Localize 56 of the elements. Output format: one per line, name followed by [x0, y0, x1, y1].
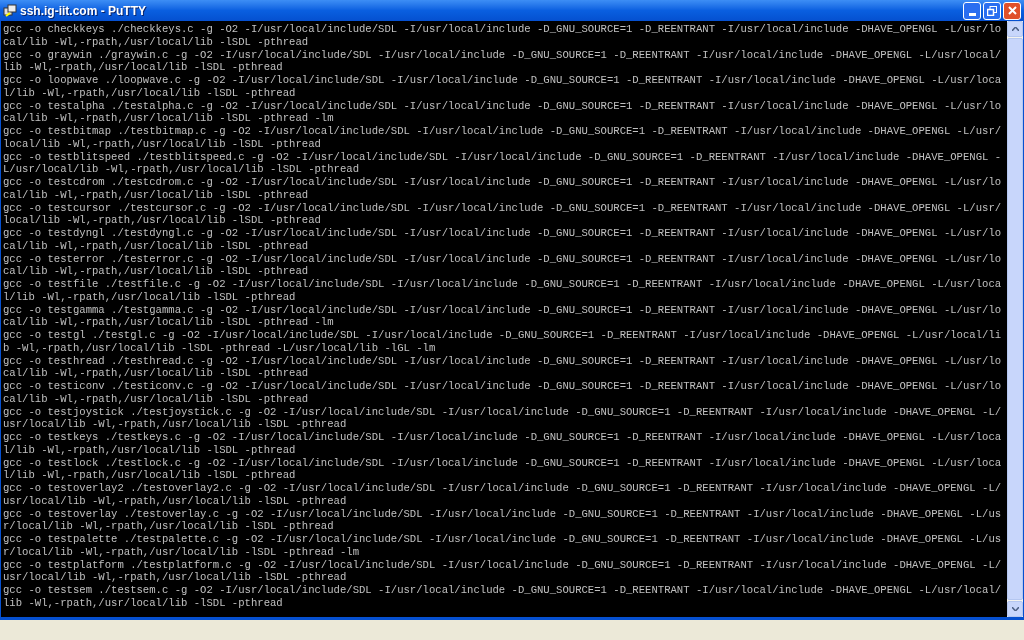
terminal-line: gcc -o checkkeys ./checkkeys.c -g -O2 -I/usr/local/include/SDL -I/usr/local/include -D_GNU_SOURCE=1 -D_REENTRANT -I/usr/local/include -DHAVE_OPENGL -L/usr/lo: [3, 23, 1003, 36]
terminal-line: cal/lib -Wl,-rpath,/usr/local/lib -lSDL -pthread: [3, 392, 310, 406]
terminal-line: gcc -o testgl ./testgl.c -g -O2 -I/usr/local/include/SDL -I/usr/local/include -D_GNU_SOURCE=1 -D_REENTRANT -I/usr/local/include -DHAVE_OPENGL -L/usr/local/li: [3, 329, 1003, 342]
scroll-up-button[interactable]: [1007, 21, 1023, 37]
window-title: ssh.ig-iit.com - PuTTY: [20, 2, 146, 20]
terminal-icon: [3, 3, 17, 18]
terminal-line: cal/lib -Wl,-rpath,/usr/local/lib -lSDL -pthread: [3, 188, 310, 202]
terminal-line: l/lib -Wl,-rpath,/usr/local/lib -lSDL -pthread: [3, 443, 297, 457]
terminal-line: gcc -o testgamma ./testgamma.c -g -O2 -I/usr/local/include/SDL -I/usr/local/include -D_GNU_SOURCE=1 -D_REENTRANT -I/usr/local/include -DHAVE_OPENGL -L/usr/lo: [3, 303, 1003, 317]
terminal-line: local/lib -Wl,-rpath,/usr/local/lib -lSDL -pthread: [3, 214, 322, 227]
terminal-line: gcc -o testcdrom ./testcdrom.c -g -O2 -I/usr/local/include/SDL -I/usr/local/include -D_GNU_SOURCE=1 -D_REENTRANT -I/usr/local/include -DHAVE_OPENGL -L/usr/lo: [3, 176, 1003, 189]
terminal-line: gcc -o testerror ./testerror.c -g -O2 -I/usr/local/include/SDL -I/usr/local/include -D_GNU_SOURCE=1 -D_REENTRANT -I/usr/local/include -DHAVE_OPENGL -L/usr/lo: [3, 252, 1003, 266]
terminal-line: gcc -o testkeys ./testkeys.c -g -O2 -I/usr/local/include/SDL -I/usr/local/include -D_GNU_SOURCE=1 -D_REENTRANT -I/usr/local/include -DHAVE_OPENGL -L/usr/loca: [3, 431, 1003, 444]
terminal-line: cal/lib -Wl,-rpath,/usr/local/lib -lSDL -pthread: [3, 265, 310, 278]
terminal-line: gcc -o testoverlay ./testoverlay.c -g -O2 -I/usr/local/include/SDL -I/usr/local/include -D_GNU_SOURCE=1 -D_REENTRANT -I/usr/local/include -DHAVE_OPENGL -L/us: [3, 507, 1003, 521]
terminal-line: usr/local/lib -Wl,-rpath,/usr/local/lib -lSDL -pthread: [3, 418, 348, 431]
terminal-line: gcc -o testlock ./testlock.c -g -O2 -I/usr/local/include/SDL -I/usr/local/include -D_GNU_SOURCE=1 -D_REENTRANT -I/usr/local/include -DHAVE_OPENGL -L/usr/loca: [3, 456, 1003, 470]
terminal-line: L/usr/local/lib -Wl,-rpath,/usr/local/lib -lSDL -pthread: [3, 163, 360, 176]
terminal-line: gcc -o testhread ./testhread.c -g -O2 -I/usr/local/include/SDL -I/usr/local/include -D_GNU_SOURCE=1 -D_REENTRANT -I/usr/local/include -DHAVE_OPENGL -L/usr/lo: [3, 354, 1003, 368]
scroll-down-button[interactable]: [1007, 601, 1023, 617]
terminal-line: gcc -o graywin ./graywin.c -g -O2 -I/usr/local/include/SDL -I/usr/local/include -D_GNU_SOURCE=1 -D_REENTRANT -I/usr/local/include -DHAVE_OPENGL -L/usr/local/: [3, 48, 1003, 62]
terminal-line: cal/lib -Wl,-rpath,/usr/local/lib -lSDL -pthread: [3, 239, 310, 253]
terminal-line: l/lib -Wl,-rpath,/usr/local/lib -lSDL -pthread: [3, 469, 297, 482]
close-button[interactable]: [1003, 1, 1021, 20]
terminal-line: gcc -o testsem ./testsem.c -g -O2 -I/usr/local/include/SDL -I/usr/local/include -D_GNU_SOURCE=1 -D_REENTRANT -I/usr/local/include -DHAVE_OPENGL -L/usr/local/: [3, 584, 1003, 597]
terminal-line: gcc -o testpalette ./testpalette.c -g -O2 -I/usr/local/include/SDL -I/usr/local/include -D_GNU_SOURCE=1 -D_REENTRANT -I/usr/local/include -DHAVE_OPENGL -L/us: [3, 533, 1003, 546]
terminal-line: cal/lib -Wl,-rpath,/usr/local/lib -lSDL -pthread: [3, 367, 310, 380]
terminal-line: gcc -o testbitmap ./testbitmap.c -g -O2 -I/usr/local/include/SDL -I/usr/local/include -D_GNU_SOURCE=1 -D_REENTRANT -I/usr/local/include -DHAVE_OPENGL -L/usr/: [3, 125, 1003, 138]
terminal-line: gcc -o testoverlay2 ./testoverlay2.c -g -O2 -I/usr/local/include/SDL -I/usr/local/include -D_GNU_SOURCE=1 -D_REENTRANT -I/usr/local/include -DHAVE_OPENGL -L/: [3, 482, 1003, 495]
terminal-line: gcc -o testdyngl ./testdyngl.c -g -O2 -I/usr/local/include/SDL -I/usr/local/include -D_GNU_SOURCE=1 -D_REENTRANT -I/usr/local/include -DHAVE_OPENGL -L/usr/lo: [3, 227, 1003, 240]
close-icon: [1007, 6, 1017, 15]
restore-icon: [987, 5, 997, 16]
terminal-line: gcc -o loopwave ./loopwave.c -g -O2 -I/usr/local/include/SDL -I/usr/local/include -D_GNU_SOURCE=1 -D_REENTRANT -I/usr/local/include -DHAVE_OPENGL -L/usr/loca: [3, 74, 1003, 87]
terminal-line: gcc -o testfile ./testfile.c -g -O2 -I/usr/local/include/SDL -I/usr/local/include -D_GNU_SOURCE=1 -D_REENTRANT -I/usr/local/include -DHAVE_OPENGL -L/usr/loca: [3, 278, 1003, 291]
terminal-line: gcc -o testalpha ./testalpha.c -g -O2 -I/usr/local/include/SDL -I/usr/local/include -D_GNU_SOURCE=1 -D_REENTRANT -I/usr/local/include -DHAVE_OPENGL -L/usr/lo: [3, 99, 1003, 113]
terminal-line: usr/local/lib -Wl,-rpath,/usr/local/lib -lSDL -pthread: [3, 494, 348, 508]
terminal-line: usr/local/lib -Wl,-rpath,/usr/local/lib -lSDL -pthread: [3, 571, 348, 584]
terminal-line: l/lib -Wl,-rpath,/usr/local/lib -lSDL -pthread: [3, 86, 297, 100]
terminal-line: gcc -o testblitspeed ./testblitspeed.c -g -O2 -I/usr/local/include/SDL -I/usr/local/include -D_GNU_SOURCE=1 -D_REENTRANT -I/usr/local/include -DHAVE_OPENGL -: [3, 150, 1003, 164]
terminal-line: local/lib -Wl,-rpath,/usr/local/lib -lSDL -pthread: [3, 137, 322, 151]
restore-button[interactable]: [983, 1, 1001, 20]
terminal-line: cal/lib -Wl,-rpath,/usr/local/lib -lSDL -pthread -lm: [3, 112, 335, 125]
terminal-line: r/local/lib -Wl,-rpath,/usr/local/lib -lSDL -pthread -lm: [3, 545, 360, 559]
minimize-icon: [968, 12, 976, 16]
terminal-line: l/lib -Wl,-rpath,/usr/local/lib -lSDL -pthread: [3, 290, 297, 304]
terminal-line: gcc -o testiconv ./testiconv.c -g -O2 -I/usr/local/include/SDL -I/usr/local/include -D_GNU_SOURCE=1 -D_REENTRANT -I/usr/local/include -DHAVE_OPENGL -L/usr/lo: [3, 380, 1003, 393]
minimize-button[interactable]: [963, 1, 981, 20]
terminal-line: r/local/lib -Wl,-rpath,/usr/local/lib -lSDL -pthread: [3, 520, 335, 533]
terminal-line: lib -Wl,-rpath,/usr/local/lib -lSDL -pthread: [3, 61, 284, 74]
terminal-line: cal/lib -Wl,-rpath,/usr/local/lib -lSDL -pthread -lm: [3, 316, 335, 329]
terminal-line: lib -Wl,-rpath,/usr/local/lib -lSDL -pthread: [3, 596, 284, 610]
terminal-line: cal/lib -Wl,-rpath,/usr/local/lib -lSDL -pthread: [3, 35, 310, 49]
terminal-line: gcc -o testplatform ./testplatform.c -g -O2 -I/usr/local/include/SDL -I/usr/local/include -D_GNU_SOURCE=1 -D_REENTRANT -I/usr/local/include -DHAVE_OPENGL -L/: [3, 558, 1003, 572]
terminal-line: gcc -o testcursor ./testcursor.c -g -O2 -I/usr/local/include/SDL -I/usr/local/include -D_GNU_SOURCE=1 -D_REENTRANT -I/usr/local/include -DHAVE_OPENGL -L/usr/: [3, 201, 1003, 215]
terminal-line: gcc -o testjoystick ./testjoystick.c -g -O2 -I/usr/local/include/SDL -I/usr/local/include -D_GNU_SOURCE=1 -D_REENTRANT -I/usr/local/include -DHAVE_OPENGL -L/: [3, 405, 1003, 419]
terminal-line: b -Wl,-rpath,/usr/local/lib -lSDL -pthread -L/usr/local/lib -lGL -lm: [3, 341, 437, 355]
